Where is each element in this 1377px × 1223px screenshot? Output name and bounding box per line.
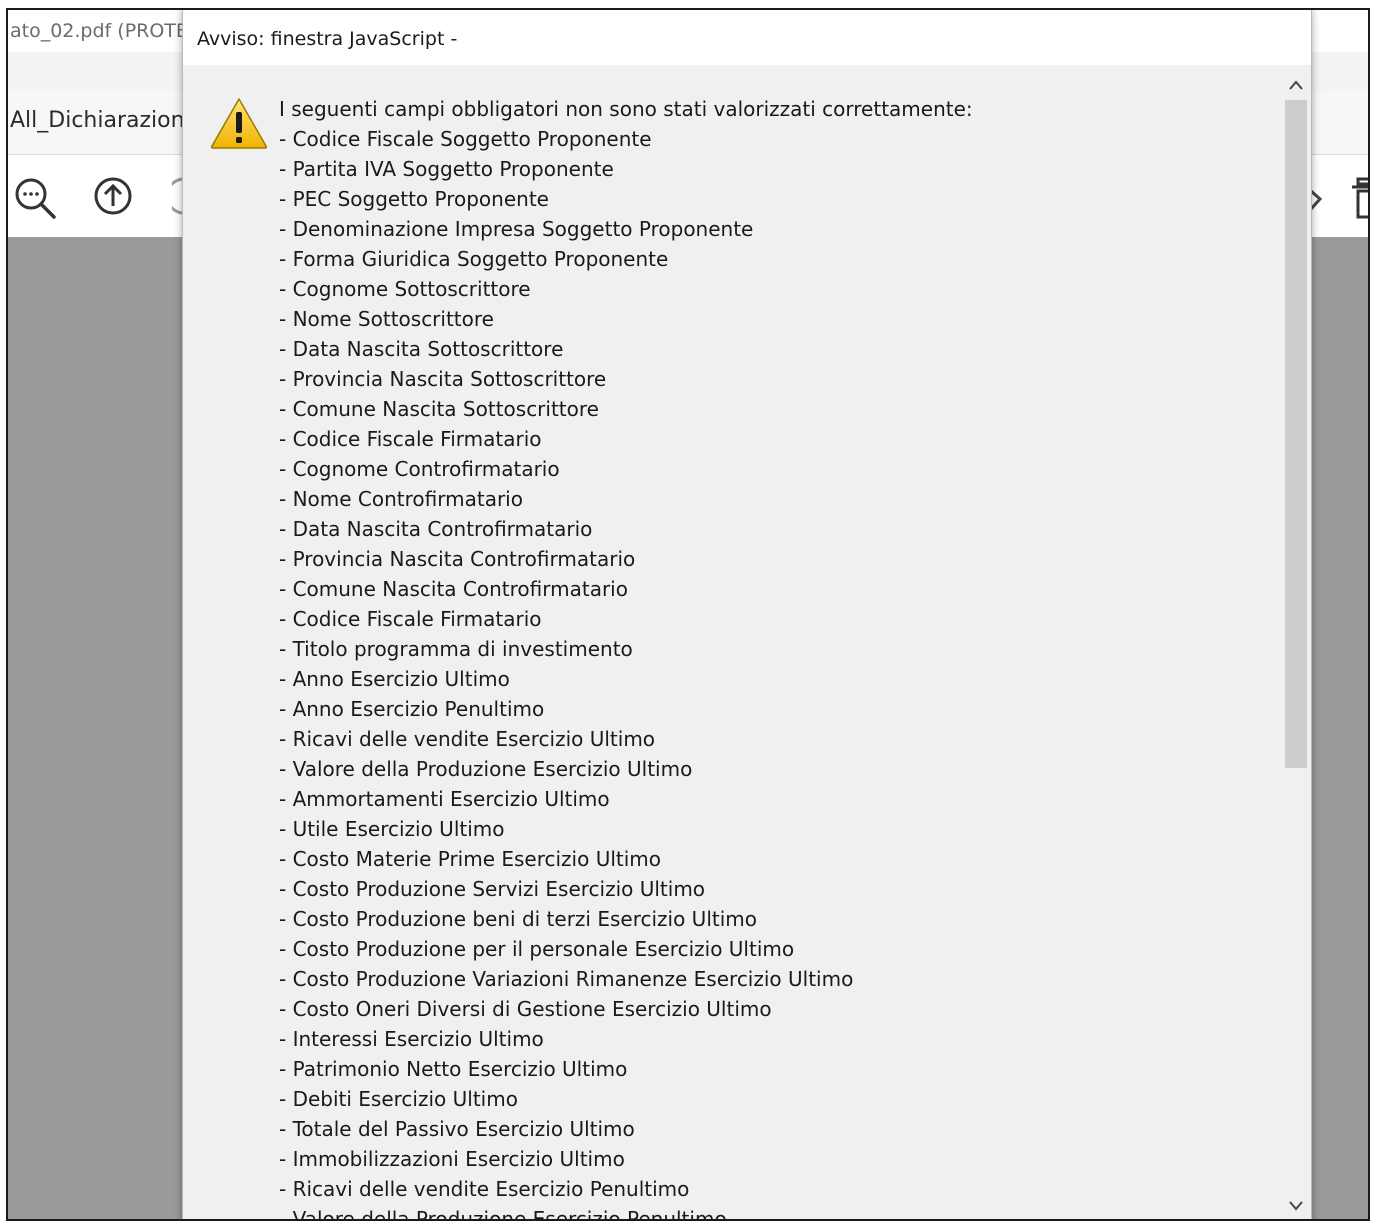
- alert-message-intro: I seguenti campi obbligatori non sono st…: [279, 97, 973, 121]
- missing-field-item: - Costo Produzione Variazioni Rimanenze …: [279, 967, 854, 991]
- missing-field-item: - Totale del Passivo Esercizio Ultimo: [279, 1117, 635, 1141]
- chevron-up-icon: [1289, 80, 1303, 90]
- scroll-up-button[interactable]: [1281, 70, 1311, 100]
- missing-field-item: - Data Nascita Controfirmatario: [279, 517, 593, 541]
- missing-field-item: - Titolo programma di investimento: [279, 637, 633, 661]
- missing-field-item: - Debiti Esercizio Ultimo: [279, 1087, 518, 1111]
- missing-field-item: - Provincia Nascita Controfirmatario: [279, 547, 636, 571]
- missing-field-item: - Provincia Nascita Sottoscrittore: [279, 367, 607, 391]
- missing-field-item: - Cognome Controfirmatario: [279, 457, 560, 481]
- dialog-title: Avviso: finestra JavaScript -: [197, 28, 458, 50]
- missing-field-item: - Partita IVA Soggetto Proponente: [279, 157, 614, 181]
- missing-field-item: - Codice Fiscale Firmatario: [279, 607, 542, 631]
- missing-field-item: - Interessi Esercizio Ultimo: [279, 1027, 544, 1051]
- missing-field-item: - PEC Soggetto Proponente: [279, 187, 549, 211]
- alert-message: I seguenti campi obbligatori non sono st…: [279, 94, 1269, 1221]
- missing-field-item: - Utile Esercizio Ultimo: [279, 817, 505, 841]
- missing-field-item: - Ricavi delle vendite Esercizio Ultimo: [279, 727, 656, 751]
- missing-field-item: - Costo Produzione beni di terzi Eserciz…: [279, 907, 757, 931]
- missing-field-item: - Cognome Sottoscrittore: [279, 277, 531, 301]
- missing-field-item: - Denominazione Impresa Soggetto Propone…: [279, 217, 754, 241]
- missing-field-item: - Costo Oneri Diversi di Gestione Eserci…: [279, 997, 772, 1021]
- zoom-icon[interactable]: [12, 175, 58, 221]
- warning-icon: [210, 98, 268, 149]
- missing-field-item: - Codice Fiscale Firmatario: [279, 427, 542, 451]
- chevron-down-icon: [1289, 1201, 1303, 1211]
- scroll-down-button[interactable]: [1281, 1191, 1311, 1219]
- missing-field-item: - Anno Esercizio Ultimo: [279, 667, 510, 691]
- screen: ato_02.pdf (PROTE All_Dichiarazion Avvis…: [6, 8, 1370, 1221]
- missing-field-item: - Comune Nascita Sottoscrittore: [279, 397, 599, 421]
- arrow-up-circle-icon[interactable]: [92, 175, 134, 217]
- missing-field-item: - Forma Giuridica Soggetto Proponente: [279, 247, 669, 271]
- viewer-window-title: ato_02.pdf (PROTE: [10, 20, 188, 42]
- missing-field-item: - Ammortamenti Esercizio Ultimo: [279, 787, 610, 811]
- javascript-alert-dialog: Avviso: finestra JavaScript - I seguenti…: [182, 10, 1312, 1221]
- missing-field-item: - Costo Produzione per il personale Eser…: [279, 937, 795, 961]
- missing-field-item: - Immobilizzazioni Esercizio Ultimo: [279, 1147, 625, 1171]
- viewer-document-tab-label: All_Dichiarazion: [10, 108, 185, 133]
- missing-field-item: - Valore della Produzione Esercizio Penu…: [279, 1207, 727, 1221]
- missing-field-item: - Patrimonio Netto Esercizio Ultimo: [279, 1057, 628, 1081]
- missing-field-item: - Nome Controfirmatario: [279, 487, 523, 511]
- scroll-thumb[interactable]: [1285, 100, 1307, 768]
- missing-field-item: - Nome Sottoscrittore: [279, 307, 494, 331]
- missing-field-item: - Ricavi delle vendite Esercizio Penulti…: [279, 1177, 690, 1201]
- missing-field-item: - Costo Produzione Servizi Esercizio Ult…: [279, 877, 706, 901]
- missing-field-item: - Comune Nascita Controfirmatario: [279, 577, 628, 601]
- dialog-titlebar[interactable]: Avviso: finestra JavaScript -: [183, 10, 1311, 65]
- missing-field-item: - Data Nascita Sottoscrittore: [279, 337, 564, 361]
- missing-field-item: - Anno Esercizio Penultimo: [279, 697, 545, 721]
- trash-icon[interactable]: [1352, 177, 1370, 221]
- missing-field-item: - Valore della Produzione Esercizio Ulti…: [279, 757, 693, 781]
- missing-field-item: - Codice Fiscale Soggetto Proponente: [279, 127, 652, 151]
- dialog-scrollbar[interactable]: [1281, 66, 1311, 1219]
- missing-field-item: - Costo Materie Prime Esercizio Ultimo: [279, 847, 662, 871]
